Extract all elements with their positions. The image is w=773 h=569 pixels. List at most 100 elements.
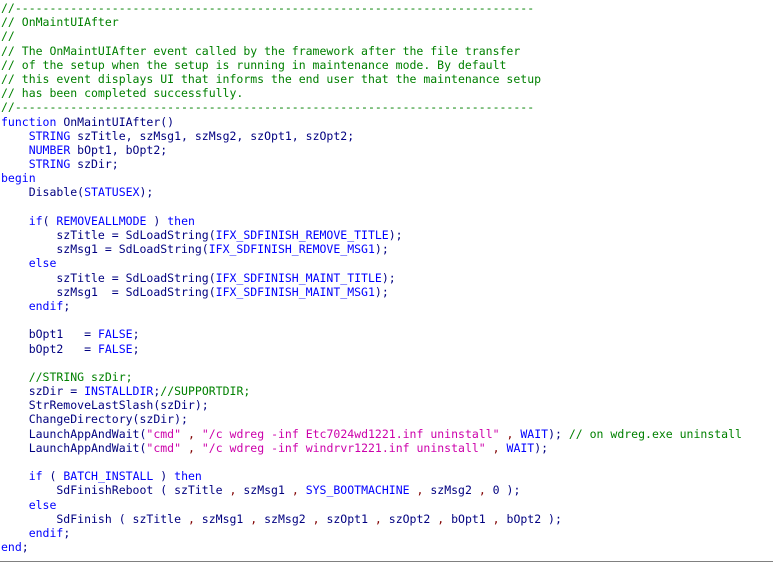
token-keyword: endif xyxy=(28,525,64,540)
code-line: szMsg1 = SdLoadString(IFX_SDFINISH_MAINT… xyxy=(1,285,773,299)
token-keyword: function xyxy=(1,114,57,129)
token-plain: ; xyxy=(63,525,71,540)
token-plain: ) xyxy=(146,213,168,228)
token-plain: ( xyxy=(42,469,64,484)
token-const: SYS_BOOTMACHINE xyxy=(305,483,410,498)
token-string: "/c wdreg -inf Etc7024wd1221.inf uninsta… xyxy=(201,426,500,441)
token-plain: szTitle = SdLoadString( xyxy=(1,228,216,242)
token-plain: szDir = xyxy=(1,384,85,399)
token-plain: szOpt2 xyxy=(381,511,438,526)
token-const: INSTALLDIR xyxy=(84,384,154,399)
token-punct: , xyxy=(312,511,320,526)
code-line: // of the setup when the setup is runnin… xyxy=(1,58,773,72)
code-line: NUMBER bOpt1, bOpt2; xyxy=(1,143,773,157)
token-comment: //STRING szDir; xyxy=(28,369,133,384)
token-punct: , xyxy=(478,483,486,498)
token-plain: ; xyxy=(132,341,140,356)
token-plain: ( xyxy=(42,213,57,228)
token-keyword: endif xyxy=(28,298,64,313)
token-keyword: begin xyxy=(1,171,36,186)
token-punct: , xyxy=(492,440,500,455)
code-line: // this event displays UI that informs t… xyxy=(1,72,773,86)
code-line: // has been completed successfully. xyxy=(1,86,773,100)
code-line: endif; xyxy=(1,526,773,540)
token-plain: ; xyxy=(132,327,140,342)
token-plain: bOpt1 xyxy=(444,511,493,526)
code-line: ChangeDirectory(szDir); xyxy=(1,412,773,426)
token-string: "cmd" xyxy=(146,426,182,441)
token-comment: // this event displays UI that informs t… xyxy=(1,71,542,86)
code-line: endif; xyxy=(1,299,773,313)
token-plain: bOpt2 = xyxy=(1,341,98,356)
token-keyword: end xyxy=(1,540,22,555)
token-plain: SdFinishReboot ( szTitle xyxy=(1,483,230,498)
code-line: if( REMOVEALLMODE ) then xyxy=(1,214,773,228)
token-punct: , xyxy=(291,483,299,498)
code-line: function OnMaintUIAfter() xyxy=(1,115,773,129)
token-plain: OnMaintUIAfter() xyxy=(56,114,175,129)
code-line: //STRING szDir; xyxy=(1,370,773,384)
token-plain: ); xyxy=(381,270,396,285)
token-comment: // on wdreg.exe uninstall xyxy=(568,426,742,441)
token-plain: ChangeDirectory(szDir); xyxy=(1,412,188,427)
code-line: LaunchAppAndWait("cmd" , "/c wdreg -inf … xyxy=(1,427,773,441)
token-const: IFX_SDFINISH_REMOVE_MSG1 xyxy=(208,242,375,257)
token-plain: szMsg2 xyxy=(423,483,479,498)
token-keyword: then xyxy=(174,469,202,484)
code-line: // xyxy=(1,29,773,43)
token-const: IFX_SDFINISH_MAINT_MSG1 xyxy=(215,284,375,299)
token-plain: 0 ); xyxy=(485,483,521,498)
token-comment: //--------------------------------------… xyxy=(1,100,535,115)
token-plain: ); xyxy=(548,426,569,441)
token-punct: , xyxy=(374,511,382,526)
code-text-area[interactable]: //--------------------------------------… xyxy=(0,1,773,554)
code-line: szTitle = SdLoadString(IFX_SDFINISH_REMO… xyxy=(1,228,773,242)
token-plain: szMsg1 = SdLoadString( xyxy=(1,242,209,257)
token-const: REMOVEALLMODE xyxy=(56,213,147,228)
token-keyword: else xyxy=(28,256,57,271)
token-const: FALSE xyxy=(97,341,133,356)
token-plain: ); xyxy=(388,228,403,242)
code-line: szMsg1 = SdLoadString(IFX_SDFINISH_REMOV… xyxy=(1,242,773,256)
token-string: "cmd" xyxy=(146,440,182,455)
script-editor-pane[interactable]: //--------------------------------------… xyxy=(0,0,773,569)
token-plain: szMsg1 xyxy=(194,511,251,526)
token-plain: szTitle, szMsg1, szMsg2, szOpt1, szOpt2; xyxy=(70,128,355,143)
token-plain: szMsg1 = SdLoadString( xyxy=(1,284,216,299)
code-line: bOpt2 = FALSE; xyxy=(1,342,773,356)
code-line: begin xyxy=(1,171,773,185)
token-const: STATUSEX xyxy=(84,185,140,200)
token-plain: SdFinish ( szTitle xyxy=(1,511,188,526)
token-plain: szMsg2 xyxy=(257,511,313,526)
token-keyword: NUMBER xyxy=(28,142,71,157)
token-comment: // OnMaintUIAfter xyxy=(1,15,119,30)
code-line: LaunchAppAndWait("cmd" , "/c wdreg -inf … xyxy=(1,441,773,455)
code-line: StrRemoveLastSlash(szDir); xyxy=(1,398,773,412)
code-line: //--------------------------------------… xyxy=(1,1,773,15)
token-keyword: else xyxy=(28,497,57,512)
token-const: BATCH_INSTALL xyxy=(63,469,154,484)
token-plain: bOpt1 = xyxy=(1,327,98,342)
token-const: WAIT xyxy=(520,426,549,441)
code-line: end; xyxy=(1,540,773,554)
token-plain: LaunchAppAndWait( xyxy=(1,440,147,455)
code-line: else xyxy=(1,256,773,270)
token-plain: ); xyxy=(374,284,389,299)
token-comment: // has been completed successfully. xyxy=(1,86,244,101)
token-plain: ; xyxy=(63,298,71,313)
code-line: bOpt1 = FALSE; xyxy=(1,327,773,341)
